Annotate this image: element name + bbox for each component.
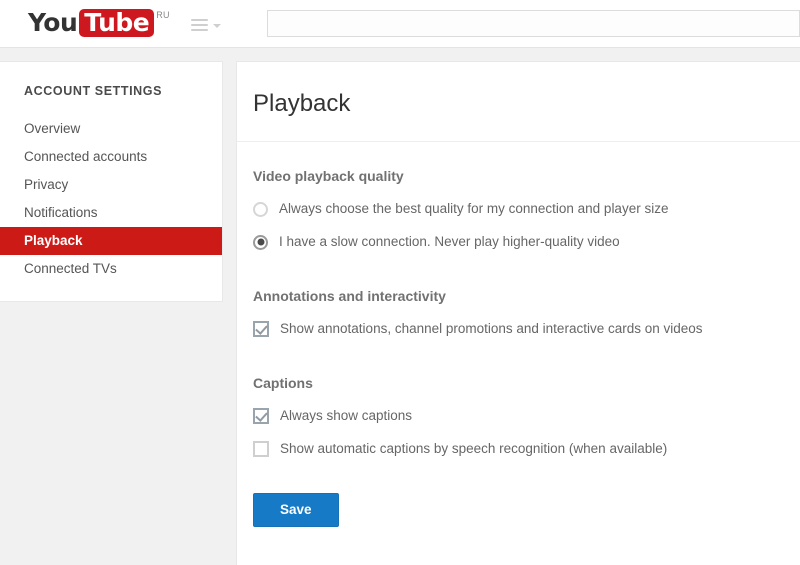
radio-slow-connection[interactable] xyxy=(253,235,268,250)
search-input[interactable] xyxy=(267,10,800,37)
option-row-automatic-captions[interactable]: Show automatic captions by speech recogn… xyxy=(253,441,800,457)
sidebar-item-privacy[interactable]: Privacy xyxy=(0,171,222,199)
checkbox-automatic-captions[interactable] xyxy=(253,441,269,457)
radio-best-quality[interactable] xyxy=(253,202,268,217)
sidebar-item-connected-accounts[interactable]: Connected accounts xyxy=(0,143,222,171)
option-label: Always show captions xyxy=(280,408,412,424)
playback-settings-panel: Playback Video playback quality Always c… xyxy=(236,61,800,565)
sidebar-title: ACCOUNT SETTINGS xyxy=(0,84,222,98)
top-header-bar: You Tube RU xyxy=(0,0,800,48)
sidebar-item-overview[interactable]: Overview xyxy=(0,115,222,143)
save-button-container: Save xyxy=(237,493,800,527)
page-title: Playback xyxy=(237,62,800,119)
option-label: Always choose the best quality for my co… xyxy=(279,201,668,217)
logo-tube-text: Tube xyxy=(79,9,154,37)
logo-you-text: You xyxy=(28,9,77,37)
section-heading: Annotations and interactivity xyxy=(253,288,800,304)
section-video-playback-quality: Video playback quality Always choose the… xyxy=(237,168,800,250)
option-row-always-show-captions[interactable]: Always show captions xyxy=(253,408,800,424)
section-captions: Captions Always show captions Show autom… xyxy=(237,375,800,457)
sidebar-item-notifications[interactable]: Notifications xyxy=(0,199,222,227)
youtube-logo[interactable]: You Tube RU xyxy=(28,9,170,39)
sidebar-item-playback[interactable]: Playback xyxy=(0,227,222,255)
option-row-show-annotations[interactable]: Show annotations, channel promotions and… xyxy=(253,321,800,337)
account-settings-sidebar: ACCOUNT SETTINGS Overview Connected acco… xyxy=(0,61,223,302)
guide-toggle-button[interactable] xyxy=(191,16,221,31)
option-row-best-quality[interactable]: Always choose the best quality for my co… xyxy=(253,201,800,217)
checkbox-show-annotations[interactable] xyxy=(253,321,269,337)
title-divider xyxy=(237,141,800,142)
option-label: Show automatic captions by speech recogn… xyxy=(280,441,667,457)
option-row-slow-connection[interactable]: I have a slow connection. Never play hig… xyxy=(253,234,800,250)
option-label: Show annotations, channel promotions and… xyxy=(280,321,703,337)
save-button[interactable]: Save xyxy=(253,493,339,527)
section-heading: Video playback quality xyxy=(253,168,800,184)
chevron-down-icon xyxy=(213,24,221,28)
checkbox-always-show-captions[interactable] xyxy=(253,408,269,424)
logo-country-code: RU xyxy=(156,10,170,20)
sidebar-item-connected-tvs[interactable]: Connected TVs xyxy=(0,255,222,283)
hamburger-menu-icon xyxy=(191,19,208,31)
section-heading: Captions xyxy=(253,375,800,391)
option-label: I have a slow connection. Never play hig… xyxy=(279,234,620,250)
section-annotations-interactivity: Annotations and interactivity Show annot… xyxy=(237,288,800,337)
